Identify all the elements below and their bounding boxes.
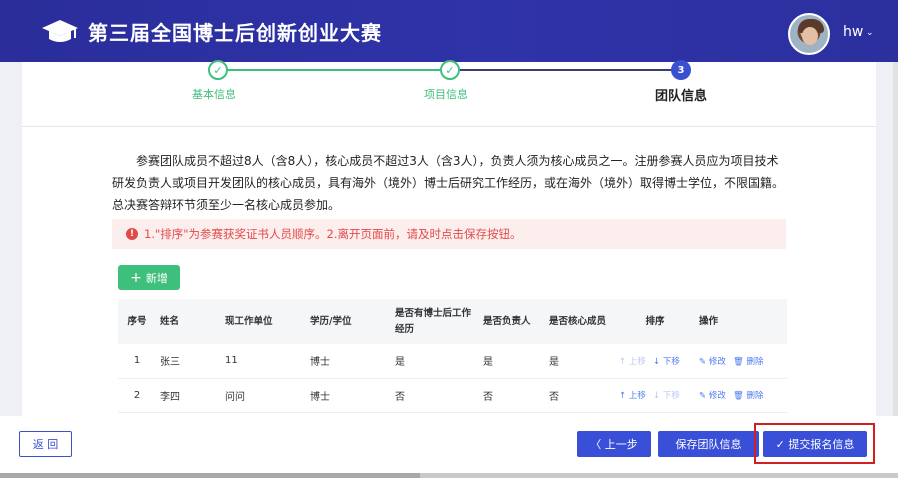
step-3-label: 团队信息 bbox=[655, 89, 708, 104]
step-progress: ✓ 基本信息 ✓ 项目信息 3 团队信息 bbox=[22, 60, 876, 126]
step-connector-1 bbox=[222, 69, 448, 71]
step-2-label: 项目信息 bbox=[424, 88, 468, 101]
cell-postdoc: 是 bbox=[391, 344, 479, 379]
cell-index: 1 bbox=[118, 344, 156, 379]
back-button[interactable]: 返 回 bbox=[19, 431, 72, 457]
previous-step-button[interactable]: 〈 上一步 bbox=[577, 431, 651, 457]
move-down-button[interactable]: ↓ 下移 bbox=[653, 391, 680, 401]
cell-unit: 11 bbox=[221, 344, 306, 379]
add-member-button[interactable]: + 新增 bbox=[118, 265, 180, 290]
table-row: 1 张三 11 博士 是 是 是 ↑ 上移 ↓ 下移 ✎ 修改 🗑 删除 bbox=[118, 344, 787, 379]
table-row: 2 李四 问问 博士 否 否 否 ↑ 上移 ↓ 下移 ✎ 修改 🗑 删除 bbox=[118, 378, 787, 413]
cell-unit: 问问 bbox=[221, 378, 306, 413]
user-avatar[interactable] bbox=[788, 13, 830, 55]
cell-postdoc: 否 bbox=[391, 378, 479, 413]
divider bbox=[22, 126, 876, 127]
step-2-check-icon: ✓ bbox=[440, 60, 460, 80]
save-team-button[interactable]: 保存团队信息 bbox=[658, 431, 759, 457]
cell-leader: 是 bbox=[479, 344, 545, 379]
chevron-down-icon[interactable]: ⌄ bbox=[866, 28, 874, 38]
footer-bar: 返 回 〈 上一步 保存团队信息 ✓ 提交报名信息 bbox=[0, 416, 898, 478]
move-up-button[interactable]: ↑ 上移 bbox=[619, 391, 646, 401]
step-connector-2 bbox=[452, 69, 680, 71]
cell-degree: 博士 bbox=[306, 378, 391, 413]
cell-name: 李四 bbox=[156, 378, 221, 413]
submit-registration-button[interactable]: ✓ 提交报名信息 bbox=[763, 431, 867, 457]
team-members-table: 序号 姓名 现工作单位 学历/学位 是否有博士后工作经历 是否负责人 是否核心成… bbox=[118, 299, 787, 413]
warning-alert: ! 1."排序"为参赛获奖证书人员顺序。2.离开页面前，请及时点击保存按钮。 bbox=[112, 219, 786, 249]
col-header-sort: 排序 bbox=[615, 299, 695, 344]
vertical-scrollbar[interactable] bbox=[893, 62, 898, 416]
edit-button[interactable]: ✎ 修改 bbox=[699, 391, 726, 401]
cell-actions: ✎ 修改 🗑 删除 bbox=[695, 378, 787, 413]
add-member-label: 新增 bbox=[145, 271, 168, 285]
alert-text: 1."排序"为参赛获奖证书人员顺序。2.离开页面前，请及时点击保存按钮。 bbox=[144, 227, 522, 241]
edit-button[interactable]: ✎ 修改 bbox=[699, 357, 726, 367]
cell-actions: ✎ 修改 🗑 删除 bbox=[695, 344, 787, 379]
cell-core: 否 bbox=[545, 378, 615, 413]
step-3-number: 3 bbox=[671, 60, 691, 80]
cell-degree: 博士 bbox=[306, 344, 391, 379]
col-header-name: 姓名 bbox=[156, 299, 221, 344]
main-panel: ✓ 基本信息 ✓ 项目信息 3 团队信息 参赛团队成员不超过8人（含8人），核心… bbox=[22, 60, 876, 416]
col-header-core: 是否核心成员 bbox=[545, 299, 615, 344]
delete-button[interactable]: 🗑 删除 bbox=[733, 391, 764, 401]
delete-button[interactable]: 🗑 删除 bbox=[733, 357, 764, 367]
col-header-leader: 是否负责人 bbox=[479, 299, 545, 344]
cell-name: 张三 bbox=[156, 344, 221, 379]
col-header-postdoc: 是否有博士后工作经历 bbox=[391, 299, 479, 344]
table-header-row: 序号 姓名 现工作单位 学历/学位 是否有博士后工作经历 是否负责人 是否核心成… bbox=[118, 299, 787, 344]
cell-sort: ↑ 上移 ↓ 下移 bbox=[615, 344, 695, 379]
col-header-actions: 操作 bbox=[695, 299, 787, 344]
move-up-button[interactable]: ↑ 上移 bbox=[619, 357, 646, 367]
site-title: 第三届全国博士后创新创业大赛 bbox=[88, 21, 382, 45]
col-header-degree: 学历/学位 bbox=[306, 299, 391, 344]
col-header-index: 序号 bbox=[118, 299, 156, 344]
cell-leader: 否 bbox=[479, 378, 545, 413]
top-header: 第三届全国博士后创新创业大赛 hw ⌄ bbox=[0, 0, 898, 62]
graduation-cap-icon bbox=[42, 20, 78, 42]
team-rules-notice: 参赛团队成员不超过8人（含8人），核心成员不超过3人（含3人），负责人须为核心成… bbox=[112, 150, 788, 216]
plus-icon: + bbox=[130, 269, 142, 286]
step-1-label: 基本信息 bbox=[192, 88, 236, 101]
cell-index: 2 bbox=[118, 378, 156, 413]
col-header-unit: 现工作单位 bbox=[221, 299, 306, 344]
horizontal-scrollbar[interactable] bbox=[0, 473, 898, 478]
scrollbar-thumb[interactable] bbox=[0, 473, 420, 478]
notice-text: 参赛团队成员不超过8人（含8人），核心成员不超过3人（含3人），负责人须为核心成… bbox=[112, 154, 785, 212]
cell-core: 是 bbox=[545, 344, 615, 379]
exclamation-icon: ! bbox=[126, 228, 138, 240]
step-1-check-icon: ✓ bbox=[208, 60, 228, 80]
user-name[interactable]: hw bbox=[843, 24, 863, 40]
cell-sort: ↑ 上移 ↓ 下移 bbox=[615, 378, 695, 413]
move-down-button[interactable]: ↓ 下移 bbox=[653, 357, 680, 367]
